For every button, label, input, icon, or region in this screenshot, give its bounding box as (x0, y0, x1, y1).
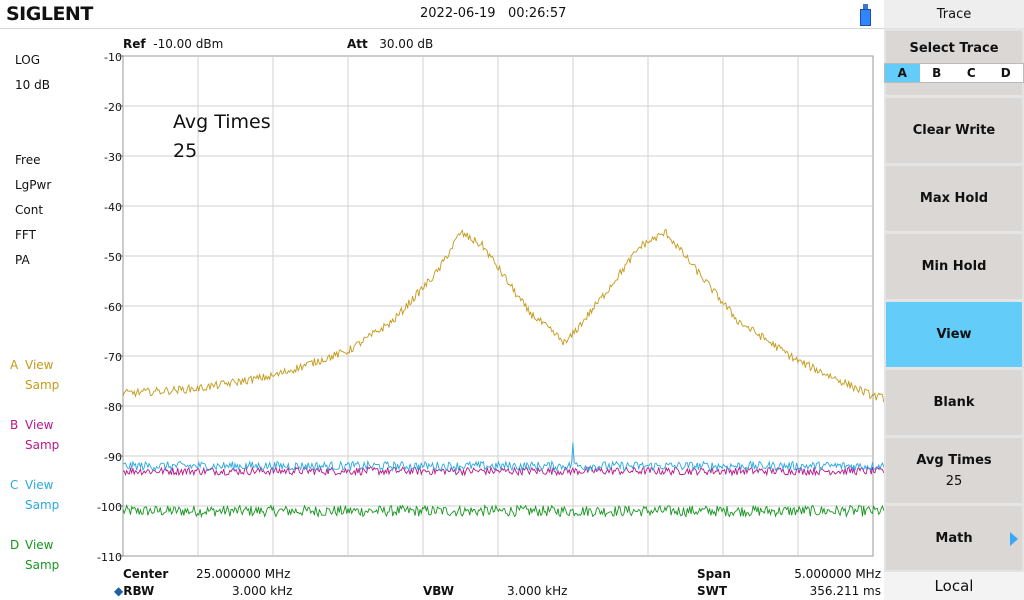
blank-button[interactable]: Blank (886, 370, 1022, 435)
span[interactable]: Span (697, 567, 731, 581)
blank-label: Blank (933, 395, 975, 410)
select-trace-label: Select Trace (909, 41, 999, 56)
rbw-label: RBW (123, 584, 155, 598)
swt[interactable]: SWT (697, 584, 727, 598)
math-button[interactable]: Math (886, 506, 1022, 570)
min-hold-button[interactable]: Min Hold (886, 234, 1022, 299)
swt-value: 356.211 ms (809, 584, 881, 598)
center-value: 25.000000 MHz (196, 567, 291, 581)
trace-a-line (122, 228, 884, 403)
span-label: Span (697, 567, 731, 581)
avg-times-label: Avg Times (916, 452, 992, 468)
max-hold-button[interactable]: Max Hold (886, 166, 1022, 231)
center-freq[interactable]: Center (123, 567, 168, 581)
trace-option-a[interactable]: A (885, 64, 920, 82)
trace-option-c[interactable]: C (954, 64, 989, 82)
clear-write-button[interactable]: Clear Write (886, 98, 1022, 163)
avg-times-overlay: Avg Times 25 (173, 108, 271, 166)
min-hold-label: Min Hold (921, 259, 987, 274)
vbw-label: VBW (423, 584, 455, 598)
select-trace-options: A B C D (884, 63, 1024, 83)
select-trace-button[interactable]: Select Trace A B C D (884, 31, 1024, 95)
clear-write-label: Clear Write (912, 123, 996, 138)
trace-option-d[interactable]: D (989, 64, 1024, 82)
view-label: View (936, 327, 972, 342)
vbw[interactable]: VBW (423, 584, 454, 598)
trace-option-b[interactable]: B (920, 64, 955, 82)
diamond-icon: ◆ (114, 584, 124, 598)
avg-times-value: 25 (945, 473, 963, 489)
rbw-value: 3.000 kHz (232, 584, 293, 598)
vbw-value: 3.000 kHz (507, 584, 568, 598)
center-label: Center (123, 567, 169, 581)
local-status[interactable]: Local (884, 572, 1024, 600)
max-hold-label: Max Hold (919, 191, 989, 206)
span-value: 5.000000 MHz (794, 567, 881, 581)
softkey-panel: Trace Select Trace A B C D Clear Write M… (884, 0, 1024, 600)
view-button[interactable]: View (886, 302, 1022, 367)
avg-times-button[interactable]: Avg Times 25 (886, 438, 1022, 503)
avg-overlay-value: 25 (173, 140, 198, 162)
submenu-arrow-icon (1010, 532, 1018, 546)
rbw[interactable]: ◆RBW (114, 584, 154, 598)
spectrum-plot[interactable] (0, 0, 884, 600)
plot-traces (122, 228, 884, 519)
menu-title: Trace (884, 0, 1024, 28)
swt-label: SWT (697, 584, 728, 598)
avg-overlay-label: Avg Times (173, 111, 271, 133)
math-label: Math (935, 530, 973, 546)
trace-d-line (122, 504, 884, 519)
